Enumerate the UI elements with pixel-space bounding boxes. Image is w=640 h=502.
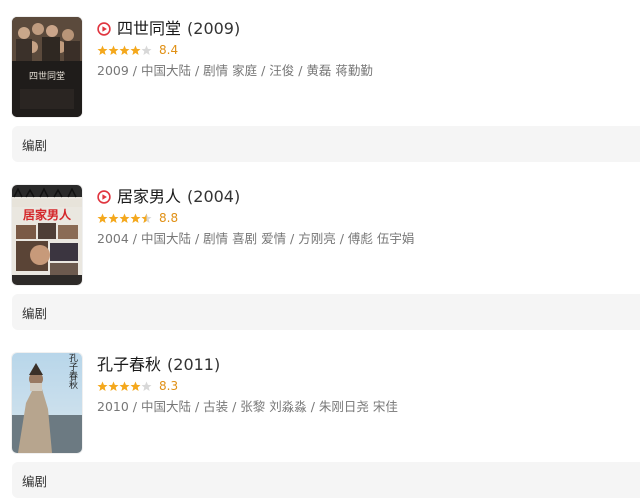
- movie-entry[interactable]: 居家男人 居家男人 (2004) 8.8 2004 / 中国大陆 / 剧情 喜剧…: [0, 168, 640, 336]
- rating-row: 8.3: [97, 378, 630, 394]
- rating-score: 8.4: [159, 43, 179, 57]
- movie-title-row[interactable]: 四世同堂 (2009): [97, 17, 630, 41]
- role-bar: 编剧: [12, 126, 640, 162]
- movie-entry[interactable]: 四世同堂 四世同堂 (2009) 8.4 2009 / 中国大陆 / 剧情 家庭…: [0, 0, 640, 168]
- poster-title-text: 居家男人: [23, 207, 72, 222]
- movie-poster[interactable]: 孔子春秋: [12, 353, 82, 453]
- filmography-list: 四世同堂 四世同堂 (2009) 8.4 2009 / 中国大陆 / 剧情 家庭…: [0, 0, 640, 502]
- movie-poster[interactable]: 四世同堂: [12, 17, 82, 117]
- role-label: 编剧: [22, 473, 48, 489]
- rating-row: 8.4: [97, 42, 630, 58]
- star-rating-icon: [97, 213, 153, 224]
- movie-year: (2011): [167, 355, 221, 374]
- movie-year: (2009): [187, 19, 241, 38]
- movie-meta: 2009 / 中国大陆 / 剧情 家庭 / 汪俊 / 黄磊 蒋勤勤: [97, 63, 373, 78]
- movie-title[interactable]: 孔子春秋: [97, 353, 161, 377]
- movie-meta: 2010 / 中国大陆 / 古装 / 张黎 刘淼淼 / 朱刚日尧 宋佳: [97, 399, 398, 414]
- poster-title-text: 四世同堂: [29, 70, 65, 82]
- role-bar: 编剧: [12, 294, 640, 330]
- movie-info: 孔子春秋 (2011) 8.3 2010 / 中国大陆 / 古装 / 张黎 刘淼…: [97, 353, 630, 416]
- rating-score: 8.8: [159, 211, 179, 225]
- movie-year: (2004): [187, 187, 241, 206]
- rating-score: 8.3: [159, 379, 179, 393]
- movie-title-row[interactable]: 孔子春秋 (2011): [97, 353, 630, 377]
- role-bar: 编剧: [12, 462, 640, 498]
- movie-info: 四世同堂 (2009) 8.4 2009 / 中国大陆 / 剧情 家庭 / 汪俊…: [97, 17, 630, 80]
- star-rating-icon: [97, 45, 153, 56]
- movie-info: 居家男人 (2004) 8.8 2004 / 中国大陆 / 剧情 喜剧 爱情 /…: [97, 185, 630, 248]
- play-circle-icon[interactable]: [97, 22, 111, 36]
- movie-meta: 2004 / 中国大陆 / 剧情 喜剧 爱情 / 方刚亮 / 傅彪 伍宇娟: [97, 231, 415, 246]
- star-rating-icon: [97, 381, 153, 392]
- play-circle-icon[interactable]: [97, 190, 111, 204]
- role-label: 编剧: [22, 137, 48, 153]
- rating-row: 8.8: [97, 210, 630, 226]
- role-label: 编剧: [22, 305, 48, 321]
- movie-title[interactable]: 居家男人: [117, 185, 181, 209]
- movie-title-row[interactable]: 居家男人 (2004): [97, 185, 630, 209]
- movie-title[interactable]: 四世同堂: [117, 17, 181, 41]
- poster-title-text: 孔子春秋: [67, 353, 78, 390]
- movie-entry[interactable]: 孔子春秋 孔子春秋 (2011) 8.3 2010 / 中国大陆 / 古装 / …: [0, 336, 640, 502]
- movie-poster[interactable]: 居家男人: [12, 185, 82, 285]
